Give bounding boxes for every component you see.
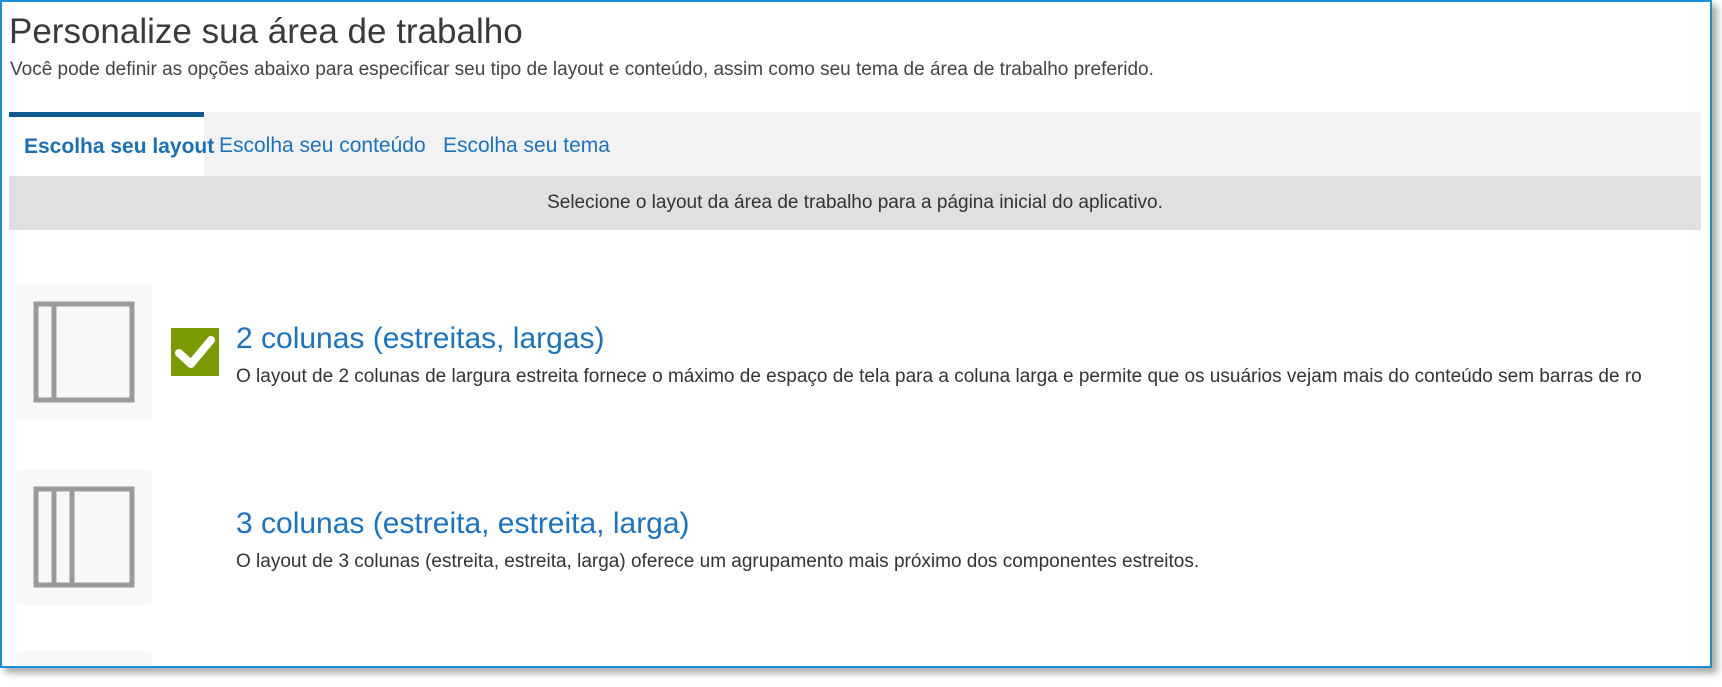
tab-layout[interactable]: Escolha seu layout [9,112,214,176]
instruction-bar: Selecione o layout da área de trabalho p… [9,176,1701,230]
page-subtitle: Você pode definir as opções abaixo para … [10,59,1154,80]
tab-bar: Escolha seu layout Escolha seu conteúdo … [9,112,1701,176]
layout-option-description: O layout de 3 colunas (estreita, estreit… [236,551,1200,572]
workspace-personalization-panel: Personalize sua área de trabalho Você po… [0,0,1712,668]
layout-option-two-columns[interactable]: 2 colunas (estreitas, largas) O layout d… [16,284,1706,424]
layout-option-title[interactable]: 3 colunas (estreita, estreita, larga) [236,507,690,541]
page-title: Personalize sua área de trabalho [9,12,523,51]
three-column-layout-icon[interactable] [16,469,152,605]
layout-option-description: O layout de 2 colunas de largura estreit… [236,366,1642,387]
selected-checkmark-icon[interactable] [171,328,219,376]
layout-option-three-columns[interactable]: 3 colunas (estreita, estreita, larga) O … [16,469,1706,609]
tab-content[interactable]: Escolha seu conteúdo [219,112,426,176]
layout-option-title[interactable]: 2 colunas (estreitas, largas) [236,322,605,356]
partial-layout-thumbnail[interactable] [16,651,152,666]
tab-theme[interactable]: Escolha seu tema [443,112,610,176]
two-column-layout-icon[interactable] [16,284,152,420]
